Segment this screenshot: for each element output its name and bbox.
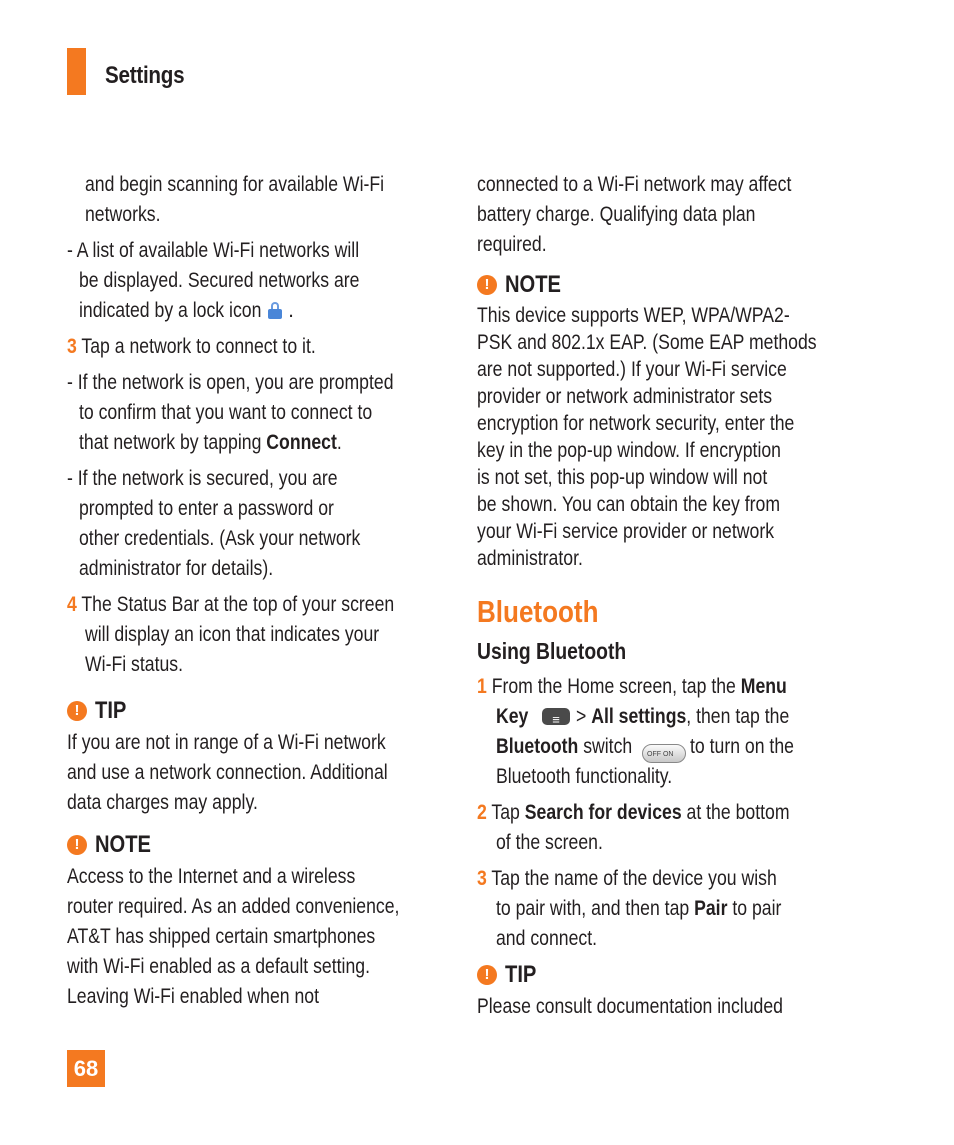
bt-step-1: 1 From the Home screen, tap the Menu Key… xyxy=(477,672,877,792)
bullet-secured-network: - If the network is secured, you are pro… xyxy=(67,467,361,580)
subsection-title: Using Bluetooth xyxy=(477,638,627,664)
section-title-bluetooth: Bluetooth xyxy=(477,594,599,629)
continued-paragraph: and begin scanning for available Wi-Fi n… xyxy=(85,173,385,226)
connect-label: Connect xyxy=(266,431,337,454)
alert-icon: ! xyxy=(67,835,87,855)
lock-icon xyxy=(268,302,283,319)
alert-icon: ! xyxy=(477,275,497,295)
step-4: 4 The Status Bar at the top of your scre… xyxy=(67,593,395,676)
alert-icon: ! xyxy=(477,965,497,985)
continued-paragraph: connected to a Wi-Fi network may affect … xyxy=(477,173,792,256)
bullet-network-list: - A list of available Wi-Fi networks wil… xyxy=(67,239,360,322)
bt-step-2: 2 Tap Search for devices at the bottom o… xyxy=(477,801,790,854)
left-column: and begin scanning for available Wi-Fi n… xyxy=(67,170,457,1012)
bt-step-3: 3 Tap the name of the device you wish to… xyxy=(477,867,782,950)
bullet-open-network: - If the network is open, you are prompt… xyxy=(67,371,394,454)
alert-icon: ! xyxy=(67,701,87,721)
header-accent-bar xyxy=(67,48,86,95)
bluetooth-switch-icon: OFF ON xyxy=(642,744,686,763)
tip-box: ! TIP If you are not in range of a Wi-Fi … xyxy=(67,697,388,814)
page-section-title: Settings xyxy=(105,62,185,89)
menu-key-icon xyxy=(542,705,570,735)
note-box: ! NOTE Access to the Internet and a wirel… xyxy=(67,831,400,1008)
right-column: connected to a Wi-Fi network may affect … xyxy=(477,170,877,1022)
note-box: ! NOTE This device supports WEP, WPA/WPA2… xyxy=(477,271,817,570)
step-3: 3 Tap a network to connect to it. xyxy=(67,335,316,358)
tip-box: ! TIP Please consult documentation includ… xyxy=(477,961,783,1018)
page-number: 68 xyxy=(67,1050,105,1087)
